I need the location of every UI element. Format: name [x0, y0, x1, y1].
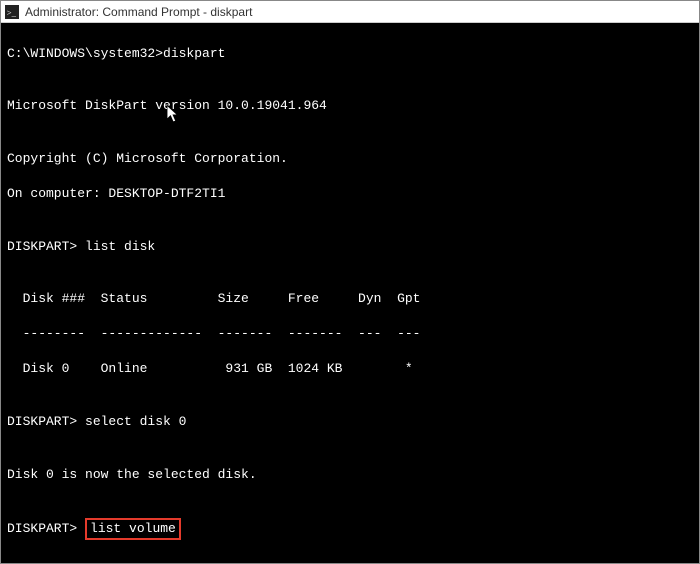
cmd-icon: >_ [5, 5, 19, 19]
disk-row: Disk 0 Online 931 GB 1024 KB * [7, 360, 693, 378]
selected-msg: Disk 0 is now the selected disk. [7, 466, 693, 484]
diskpart-prompt: DISKPART> [7, 521, 77, 536]
copyright-line: Copyright (C) Microsoft Corporation. [7, 150, 693, 168]
cmd-list-volume-highlight: list volume [85, 518, 181, 540]
cmd-diskpart: diskpart [163, 46, 225, 61]
path-prompt: C:\WINDOWS\system32> [7, 46, 163, 61]
svg-text:>_: >_ [7, 7, 17, 17]
cmd-select-disk: select disk 0 [77, 414, 186, 429]
cmd-list-disk: list disk [77, 239, 155, 254]
cmd-window: >_ Administrator: Command Prompt - diskp… [0, 0, 700, 564]
console-output[interactable]: C:\WINDOWS\system32>diskpart Microsoft D… [1, 23, 699, 563]
disk-header: Disk ### Status Size Free Dyn Gpt [7, 290, 693, 308]
computer-line: On computer: DESKTOP-DTF2TI1 [7, 185, 693, 203]
title-bar[interactable]: >_ Administrator: Command Prompt - diskp… [1, 1, 699, 23]
cmd-list-volume: list volume [90, 521, 176, 536]
diskpart-prompt: DISKPART> [7, 414, 77, 429]
version-line: Microsoft DiskPart version 10.0.19041.96… [7, 97, 693, 115]
window-title: Administrator: Command Prompt - diskpart [25, 5, 252, 19]
diskpart-prompt: DISKPART> [7, 239, 77, 254]
disk-divider: -------- ------------- ------- ------- -… [7, 325, 693, 343]
